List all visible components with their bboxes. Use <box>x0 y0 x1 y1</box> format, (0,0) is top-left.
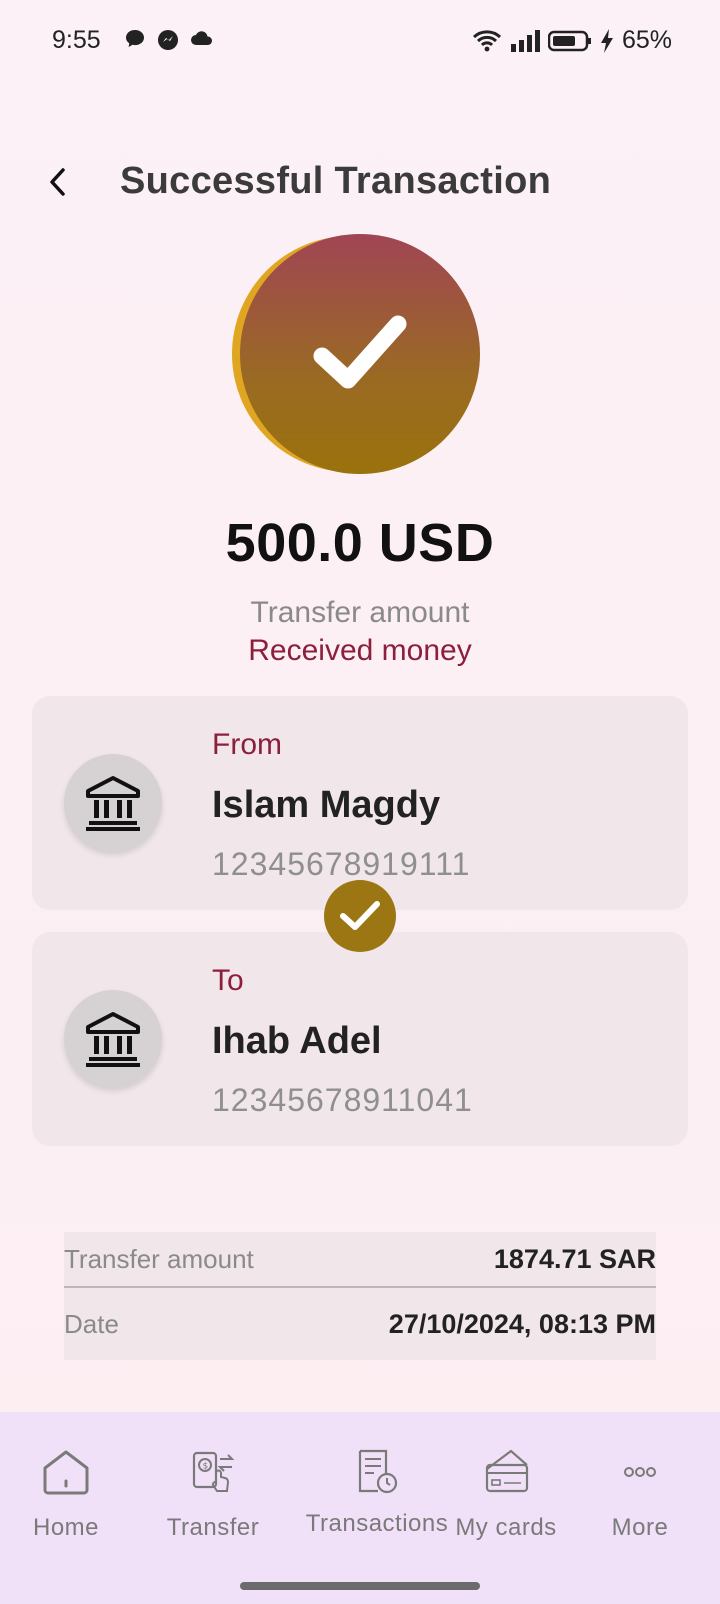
nav-label: Transactions <box>305 1510 449 1537</box>
status-icons-right: 65% <box>472 26 672 55</box>
recipient-account: 12345678911041 <box>212 1082 473 1118</box>
checkmark-icon <box>340 901 380 930</box>
nav-item-home[interactable]: Home <box>26 1442 106 1542</box>
messenger-icon <box>158 30 178 50</box>
transaction-details: Transfer amount 1874.71 SAR Date 27/10/2… <box>64 1232 656 1360</box>
cards-icon <box>485 1449 529 1493</box>
bottom-navigation: Home $ Transfer Transactions My cards Mo… <box>0 1412 720 1604</box>
sender-name: Islam Magdy <box>212 784 441 826</box>
back-button[interactable] <box>38 162 78 202</box>
cloud-icon <box>191 31 213 45</box>
nav-label: Home <box>32 1514 100 1541</box>
nav-item-transfer[interactable]: $ Transfer <box>160 1442 266 1542</box>
transactions-icon <box>358 1449 398 1494</box>
home-icon <box>43 1450 89 1495</box>
transfer-check-badge <box>324 880 396 952</box>
from-label: From <box>212 728 282 761</box>
to-label: To <box>212 964 244 997</box>
from-card: From Islam Magdy 12345678919111 <box>32 696 688 910</box>
transfer-icon: $ <box>192 1451 235 1492</box>
wifi-icon <box>472 29 501 51</box>
more-icon <box>624 1467 656 1477</box>
detail-value: 27/10/2024, 08:13 PM <box>388 1308 656 1339</box>
battery-icon <box>547 30 591 51</box>
signal-icon <box>510 29 540 52</box>
bank-avatar <box>64 754 162 852</box>
detail-value: 1874.71 SAR <box>493 1243 656 1274</box>
success-check-circle <box>240 234 480 474</box>
home-indicator[interactable] <box>240 1582 480 1590</box>
detail-label: Transfer amount <box>64 1243 254 1274</box>
nav-item-more[interactable]: More <box>600 1442 680 1542</box>
nav-item-my-cards[interactable]: My cards <box>452 1442 560 1542</box>
nav-item-transactions[interactable]: Transactions <box>302 1442 452 1538</box>
recipient-name: Ihab Adel <box>212 1020 382 1062</box>
transaction-type-label: Received money <box>248 634 472 667</box>
sender-account: 12345678919111 <box>212 846 471 882</box>
to-card: To Ihab Adel 12345678911041 <box>32 932 688 1146</box>
bank-icon <box>86 1012 140 1067</box>
page-title: Successful Transaction <box>120 160 552 202</box>
nav-label: More <box>611 1514 669 1541</box>
status-time: 9:55 <box>52 26 101 54</box>
transfer-amount-label: Transfer amount <box>250 596 470 629</box>
status-bar: 9:55 65% <box>0 0 720 84</box>
nav-label: My cards <box>455 1514 557 1541</box>
bank-icon <box>86 776 140 831</box>
nav-label: Transfer <box>166 1514 260 1541</box>
battery-percent: 65% <box>621 26 672 54</box>
detail-row: Transfer amount 1874.71 SAR <box>64 1232 656 1288</box>
chevron-left-icon <box>50 168 65 196</box>
bank-avatar <box>64 990 162 1088</box>
transfer-amount-value: 500.0 USD <box>225 513 495 573</box>
charging-icon <box>600 28 613 53</box>
status-icons-left <box>124 28 214 52</box>
detail-row: Date 27/10/2024, 08:13 PM <box>64 1288 656 1360</box>
chat-icon <box>126 30 144 47</box>
checkmark-icon <box>313 315 407 389</box>
detail-label: Date <box>64 1308 119 1339</box>
success-badge <box>232 234 480 474</box>
svg-text:$: $ <box>203 1462 209 1472</box>
